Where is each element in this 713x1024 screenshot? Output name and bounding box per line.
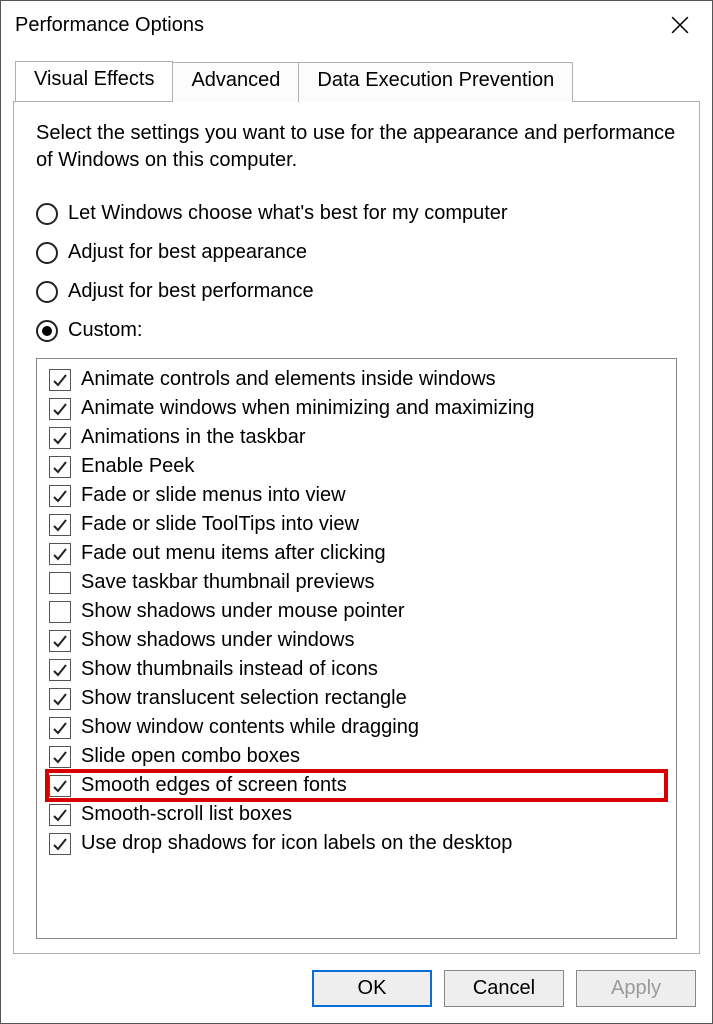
checkbox-label: Use drop shadows for icon labels on the …: [81, 832, 512, 855]
checkbox-option[interactable]: Smooth edges of screen fonts: [47, 771, 666, 800]
checkbox-label: Smooth edges of screen fonts: [81, 774, 347, 797]
radio-indicator[interactable]: [36, 320, 58, 342]
check-icon: [52, 691, 68, 707]
checkbox-option[interactable]: Show translucent selection rectangle: [47, 684, 666, 713]
checkbox-option[interactable]: Animations in the taskbar: [47, 423, 666, 452]
check-icon: [52, 633, 68, 649]
checkbox-indicator[interactable]: [49, 485, 71, 507]
checkbox-label: Animate controls and elements inside win…: [81, 368, 496, 391]
check-icon: [52, 401, 68, 417]
checkbox-option[interactable]: Fade or slide menus into view: [47, 481, 666, 510]
radio-option[interactable]: Custom:: [36, 319, 677, 342]
checkbox-label: Smooth-scroll list boxes: [81, 803, 292, 826]
checkbox-option[interactable]: Fade out menu items after clicking: [47, 539, 666, 568]
radio-label: Adjust for best appearance: [68, 241, 307, 264]
checkbox-indicator[interactable]: [49, 543, 71, 565]
tabstrip: Visual EffectsAdvancedData Execution Pre…: [1, 47, 712, 101]
checkbox-indicator[interactable]: [49, 572, 71, 594]
checkbox-label: Slide open combo boxes: [81, 745, 300, 768]
cancel-button[interactable]: Cancel: [444, 970, 564, 1007]
check-icon: [52, 546, 68, 562]
checkbox-label: Show window contents while dragging: [81, 716, 419, 739]
checkbox-label: Animate windows when minimizing and maxi…: [81, 397, 535, 420]
checkbox-indicator[interactable]: [49, 717, 71, 739]
radio-indicator[interactable]: [36, 203, 58, 225]
checkbox-label: Show shadows under mouse pointer: [81, 600, 405, 623]
checkbox-indicator[interactable]: [49, 746, 71, 768]
check-icon: [52, 459, 68, 475]
checkbox-option[interactable]: Smooth-scroll list boxes: [47, 800, 666, 829]
tab-data-execution-prevention[interactable]: Data Execution Prevention: [298, 62, 573, 102]
radio-label: Let Windows choose what's best for my co…: [68, 202, 508, 225]
checkbox-label: Fade or slide ToolTips into view: [81, 513, 359, 536]
checkbox-indicator[interactable]: [49, 601, 71, 623]
radio-option[interactable]: Adjust for best performance: [36, 280, 677, 303]
checkbox-label: Save taskbar thumbnail previews: [81, 571, 374, 594]
radio-group: Let Windows choose what's best for my co…: [36, 196, 677, 358]
window-title: Performance Options: [15, 14, 660, 37]
check-icon: [52, 778, 68, 794]
tab-content-visual-effects: Select the settings you want to use for …: [13, 101, 700, 954]
checkbox-label: Enable Peek: [81, 455, 194, 478]
check-icon: [52, 517, 68, 533]
check-icon: [52, 749, 68, 765]
check-icon: [52, 662, 68, 678]
checkbox-indicator[interactable]: [49, 427, 71, 449]
intro-text: Select the settings you want to use for …: [36, 120, 677, 174]
radio-label: Adjust for best performance: [68, 280, 314, 303]
tab-advanced[interactable]: Advanced: [172, 62, 299, 102]
checkbox-option[interactable]: Show thumbnails instead of icons: [47, 655, 666, 684]
checkbox-option[interactable]: Enable Peek: [47, 452, 666, 481]
close-button[interactable]: [660, 7, 700, 43]
checkbox-option[interactable]: Show window contents while dragging: [47, 713, 666, 742]
checkbox-option[interactable]: Animate windows when minimizing and maxi…: [47, 394, 666, 423]
checkbox-indicator[interactable]: [49, 688, 71, 710]
checkbox-indicator[interactable]: [49, 369, 71, 391]
checkbox-label: Fade or slide menus into view: [81, 484, 346, 507]
checkbox-option[interactable]: Fade or slide ToolTips into view: [47, 510, 666, 539]
check-icon: [52, 807, 68, 823]
radio-indicator[interactable]: [36, 242, 58, 264]
checkbox-label: Show translucent selection rectangle: [81, 687, 407, 710]
checkbox-option[interactable]: Use drop shadows for icon labels on the …: [47, 829, 666, 858]
radio-option[interactable]: Adjust for best appearance: [36, 241, 677, 264]
check-icon: [52, 836, 68, 852]
checkbox-label: Fade out menu items after clicking: [81, 542, 386, 565]
checkbox-option[interactable]: Show shadows under windows: [47, 626, 666, 655]
checkbox-label: Show shadows under windows: [81, 629, 355, 652]
performance-options-window: Performance Options Visual EffectsAdvanc…: [0, 0, 713, 1024]
radio-indicator[interactable]: [36, 281, 58, 303]
titlebar: Performance Options: [1, 1, 712, 47]
checkbox-option[interactable]: Save taskbar thumbnail previews: [47, 568, 666, 597]
checkbox-option[interactable]: Slide open combo boxes: [47, 742, 666, 771]
close-icon: [671, 16, 689, 34]
tab-visual-effects[interactable]: Visual Effects: [15, 61, 173, 101]
check-icon: [52, 488, 68, 504]
check-icon: [52, 372, 68, 388]
apply-button[interactable]: Apply: [576, 970, 696, 1007]
checkbox-indicator[interactable]: [49, 514, 71, 536]
checkbox-label: Animations in the taskbar: [81, 426, 306, 449]
checkbox-indicator[interactable]: [49, 630, 71, 652]
checkbox-option[interactable]: Animate controls and elements inside win…: [47, 365, 666, 394]
check-icon: [52, 430, 68, 446]
radio-label: Custom:: [68, 319, 142, 342]
checkbox-indicator[interactable]: [49, 833, 71, 855]
checkbox-indicator[interactable]: [49, 456, 71, 478]
checkbox-option[interactable]: Show shadows under mouse pointer: [47, 597, 666, 626]
check-icon: [52, 720, 68, 736]
checkbox-indicator[interactable]: [49, 804, 71, 826]
checkbox-indicator[interactable]: [49, 398, 71, 420]
checkbox-indicator[interactable]: [49, 775, 71, 797]
ok-button[interactable]: OK: [312, 970, 432, 1007]
dialog-footer: OK Cancel Apply: [1, 966, 712, 1023]
checkbox-label: Show thumbnails instead of icons: [81, 658, 378, 681]
radio-option[interactable]: Let Windows choose what's best for my co…: [36, 202, 677, 225]
checkbox-indicator[interactable]: [49, 659, 71, 681]
effects-listbox[interactable]: Animate controls and elements inside win…: [36, 358, 677, 939]
